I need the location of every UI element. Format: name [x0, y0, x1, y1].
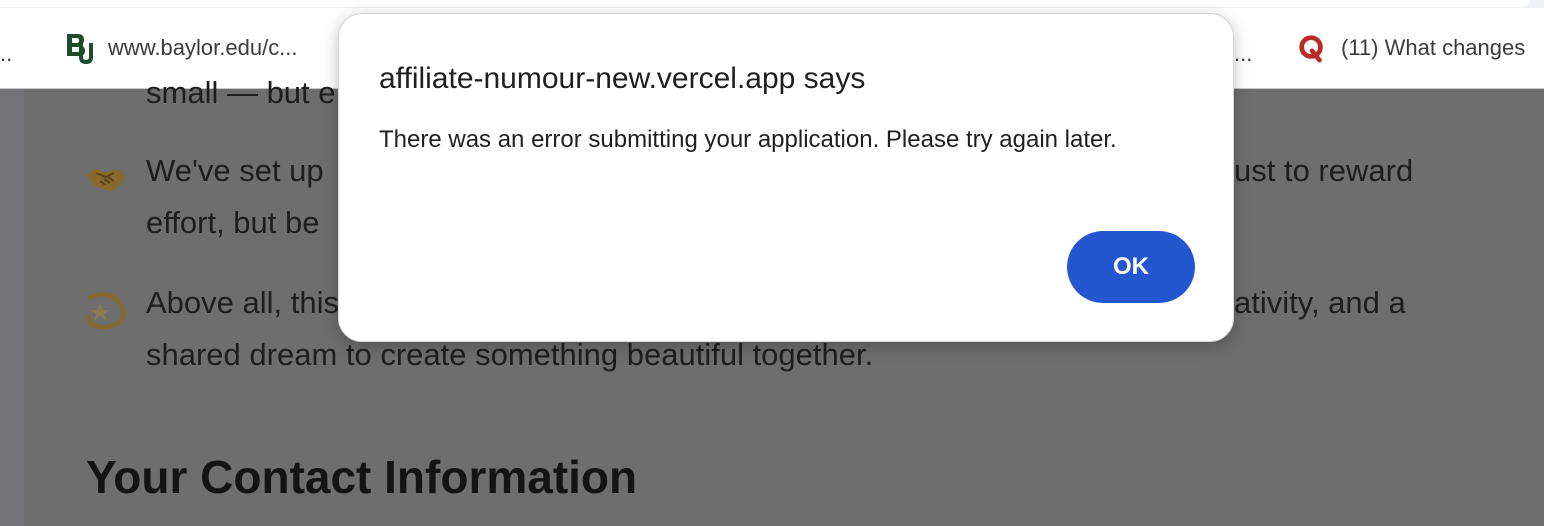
- page-left-margin: [0, 89, 24, 526]
- paragraph-2-line-1-start: We've set up: [146, 153, 324, 188]
- page-text-line: small — but e: [146, 75, 336, 110]
- quora-logo-icon: [1299, 35, 1323, 63]
- bookmark-baylor-label: www.baylor.edu/c...: [108, 35, 298, 60]
- paragraph-2-line-2: effort, but be: [146, 205, 320, 240]
- handshake-icon: [86, 169, 126, 191]
- paragraph-2-line-1-end: ust to reward: [1234, 153, 1414, 188]
- section-heading-contact: Your Contact Information: [86, 451, 638, 503]
- bookmark-quora-label: (11) What changes: [1341, 35, 1526, 60]
- alert-dialog: affiliate-numour-new.vercel.app says The…: [338, 13, 1234, 342]
- toolbar-edge: [0, 0, 1530, 7]
- dizzy-star-icon: [86, 292, 126, 330]
- bookmark-truncated[interactable]: ...: [1234, 8, 1252, 88]
- bookmark-quora[interactable]: (11) What changes: [1297, 8, 1525, 88]
- paragraph-3-line-2: shared dream to create something beautif…: [146, 337, 874, 372]
- dialog-title: affiliate-numour-new.vercel.app says: [379, 62, 866, 95]
- browser-top-strip: [0, 0, 1544, 8]
- paragraph-3-line-1-start: Above all, this: [146, 285, 339, 320]
- baylor-logo-icon: [67, 34, 93, 64]
- dialog-message: There was an error submitting your appli…: [379, 126, 1117, 153]
- paragraph-3-line-1-end: ativity, and a: [1234, 285, 1406, 320]
- bookmark-overflow-left[interactable]: ..: [0, 8, 12, 88]
- ok-button[interactable]: OK: [1067, 231, 1195, 303]
